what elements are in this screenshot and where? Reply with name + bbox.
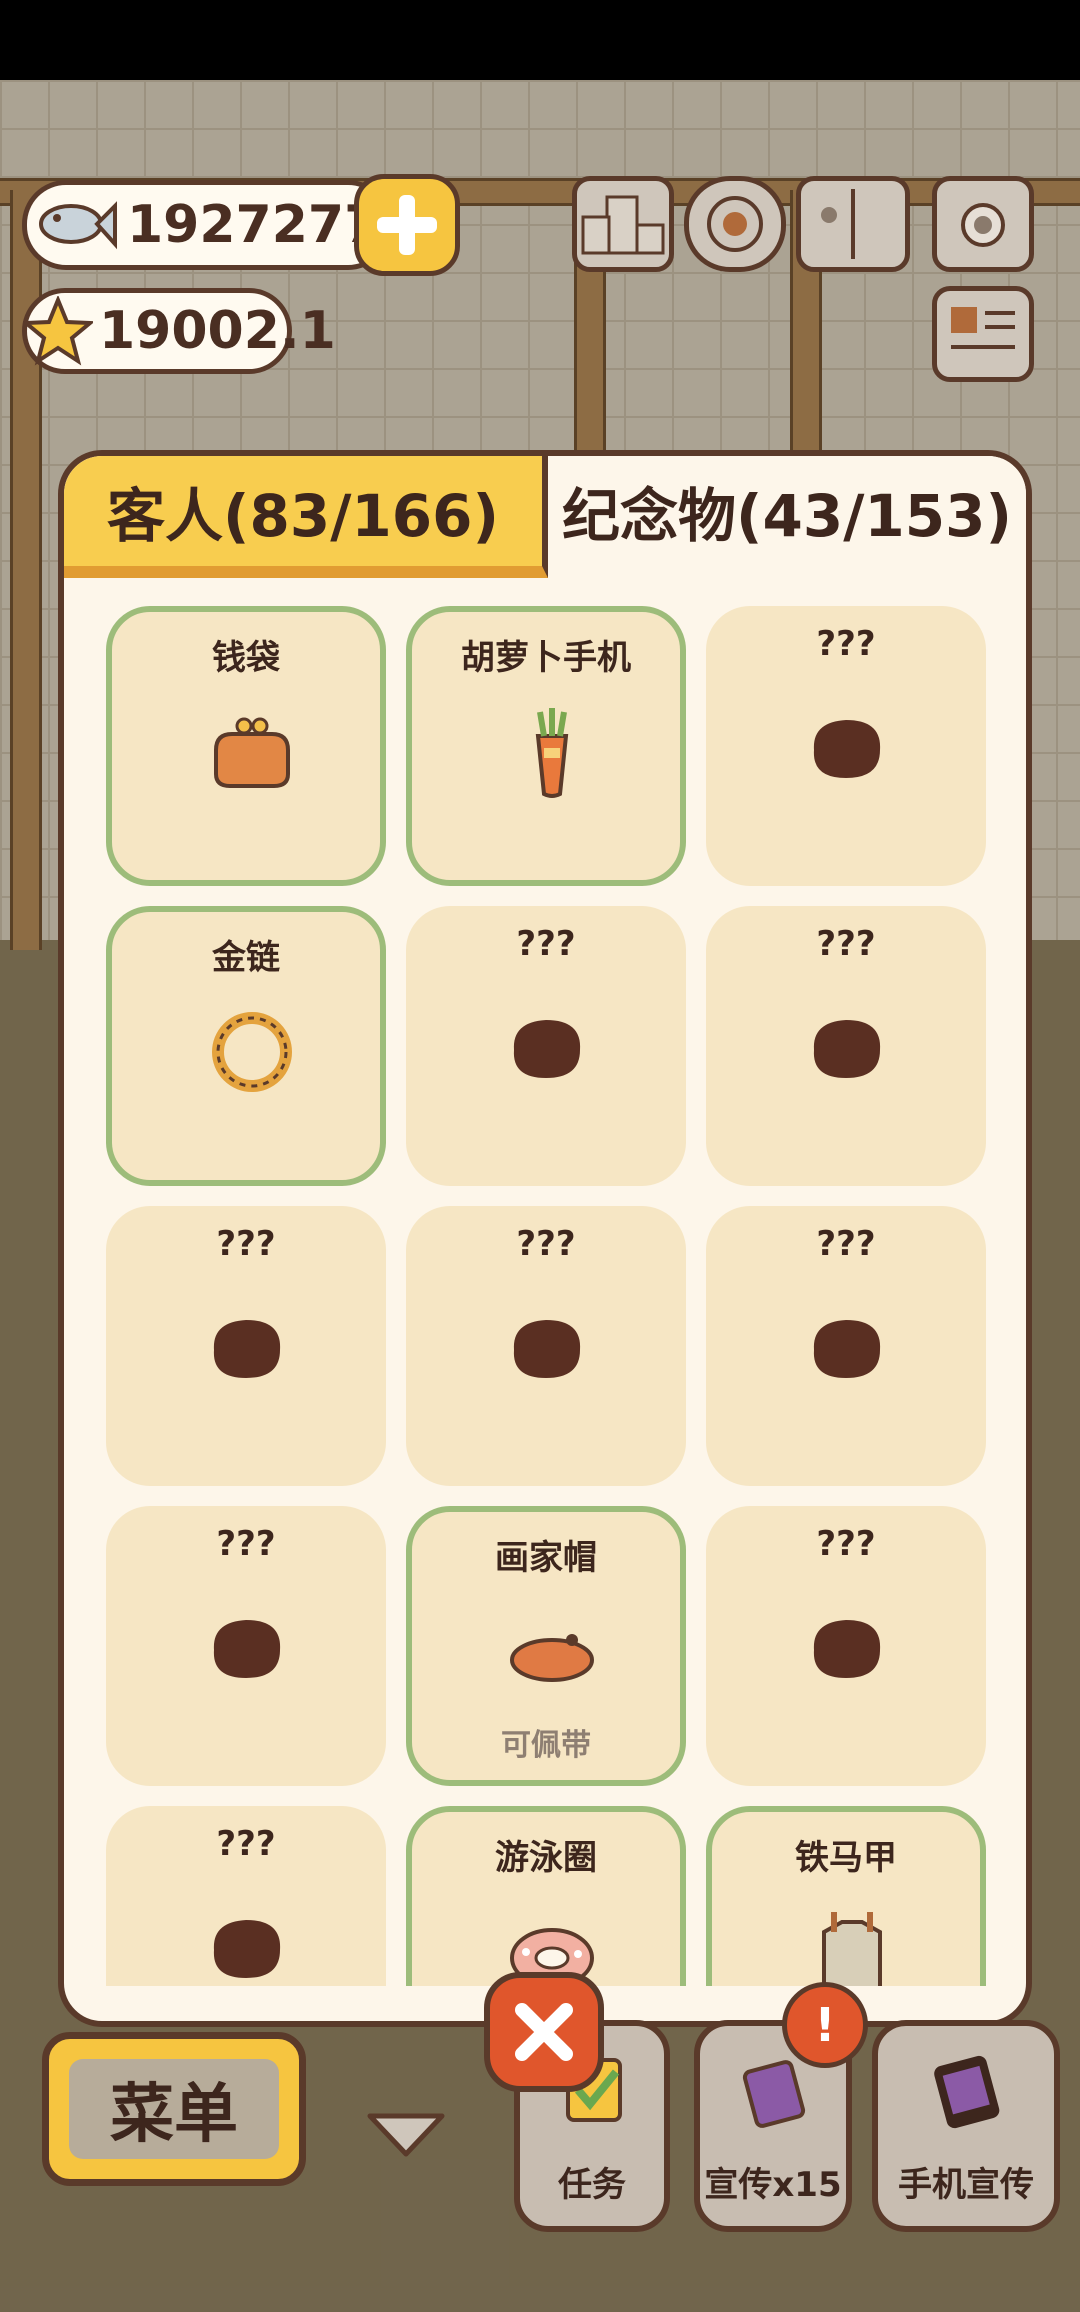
souvenir-card[interactable]: ??? — [706, 906, 986, 1186]
alert-badge: ! — [782, 1982, 868, 2068]
status-bar — [0, 0, 1080, 80]
phone-promotion-button[interactable]: 手机宣传 — [872, 2020, 1060, 2232]
add-fish-button[interactable] — [354, 174, 460, 276]
fish-count: 1927277 — [127, 195, 381, 255]
souvenir-name: ??? — [816, 1224, 876, 1264]
souvenir-name: 金链 — [212, 938, 280, 978]
souvenir-card[interactable]: ??? — [706, 1506, 986, 1786]
souvenir-card[interactable]: ??? — [706, 606, 986, 886]
souvenir-name: 游泳圈 — [495, 1838, 597, 1878]
phone-icon — [934, 2055, 1000, 2129]
souvenir-card[interactable]: ??? — [106, 1506, 386, 1786]
leaderboard-icon[interactable] — [572, 176, 674, 272]
souvenir-name: ??? — [216, 1524, 276, 1564]
phone-promotion-label: 手机宣传 — [898, 2165, 1034, 2205]
book-icon[interactable] — [796, 176, 910, 272]
souvenir-name: ??? — [216, 1824, 276, 1864]
tab-souvenirs[interactable]: 纪念物(43/153) — [548, 456, 1026, 566]
souvenir-name: ??? — [816, 1524, 876, 1564]
souvenir-card[interactable]: ??? — [706, 1206, 986, 1486]
souvenir-name: ??? — [816, 624, 876, 664]
star-currency: 19002.1 — [20, 288, 336, 374]
souvenir-name: 画家帽 — [495, 1538, 597, 1578]
menu-button-label: 菜单 — [69, 2059, 279, 2159]
fish-icon — [31, 190, 117, 260]
souvenir-card[interactable]: ??? — [406, 1206, 686, 1486]
camera-icon[interactable] — [932, 176, 1034, 272]
tab-customers[interactable]: 客人(83/166) — [64, 456, 548, 578]
souvenir-card[interactable]: 游泳圈 — [406, 1806, 686, 1986]
souvenir-name: ??? — [516, 924, 576, 964]
tasks-label: 任务 — [558, 2165, 626, 2205]
fish-currency: 1927277 — [22, 180, 392, 270]
souvenir-name: 胡萝卜手机 — [461, 638, 631, 678]
souvenir-card[interactable]: ??? — [406, 906, 686, 1186]
souvenir-name: ??? — [816, 924, 876, 964]
promotion-label: 宣传x15 — [704, 2165, 842, 2205]
close-icon — [515, 2003, 573, 2061]
star-count: 19002.1 — [99, 301, 336, 361]
souvenir-name: 钱袋 — [212, 638, 280, 678]
close-button[interactable] — [484, 1972, 604, 2092]
menu-button[interactable]: 菜单 — [42, 2032, 306, 2186]
souvenir-name: ??? — [216, 1224, 276, 1264]
souvenir-card[interactable]: ??? — [106, 1806, 386, 1986]
flyer-icon — [742, 2060, 806, 2128]
wearable-note: 可佩带 — [501, 1728, 591, 1763]
chevron-down-icon[interactable] — [366, 2110, 446, 2158]
star-icon — [20, 294, 96, 366]
souvenir-card[interactable]: 画家帽 可佩带 — [406, 1506, 686, 1786]
settings-gear-icon[interactable] — [684, 176, 786, 272]
souvenir-card[interactable]: 钱袋 — [106, 606, 386, 886]
souvenir-card[interactable]: 金链 — [106, 906, 386, 1186]
souvenir-card[interactable]: ??? — [106, 1206, 386, 1486]
collection-panel: 客人(83/166) 纪念物(43/153) 钱袋 胡萝卜手机??? 金链?????… — [58, 450, 1032, 2027]
souvenir-grid: 钱袋 胡萝卜手机??? 金链?????????????????? 画家帽可佩带????… — [106, 606, 986, 1986]
souvenir-card[interactable]: 胡萝卜手机 — [406, 606, 686, 886]
souvenir-name: 铁马甲 — [795, 1838, 897, 1878]
souvenir-card[interactable]: 铁马甲 — [706, 1806, 986, 1986]
newspaper-icon[interactable] — [932, 286, 1034, 382]
souvenir-name: ??? — [516, 1224, 576, 1264]
